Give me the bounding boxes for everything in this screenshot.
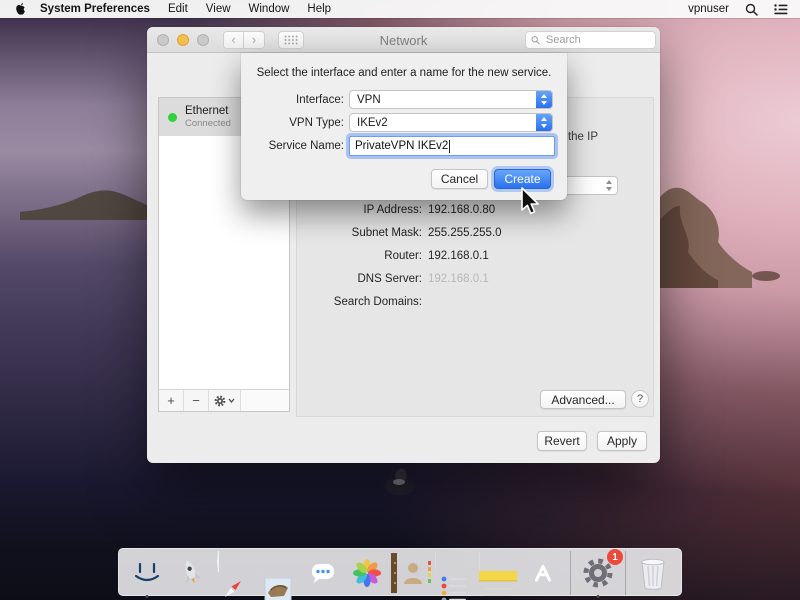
service-name-field[interactable]: PrivateVPN IKEv2 bbox=[349, 136, 555, 156]
popup-stepper-icon bbox=[536, 114, 552, 131]
info-row-search-domains: Search Domains: bbox=[297, 296, 653, 310]
desktop: System Preferences Edit View Window Help… bbox=[0, 0, 800, 600]
popup-stepper-icon bbox=[601, 177, 617, 194]
dock-notes-icon[interactable] bbox=[479, 553, 519, 593]
dock-launchpad-icon[interactable] bbox=[171, 553, 211, 593]
help-button[interactable]: ? bbox=[631, 390, 649, 408]
menu-item-view[interactable]: View bbox=[197, 3, 240, 15]
text-caret bbox=[449, 140, 450, 153]
dock: 1 bbox=[118, 548, 682, 596]
info-value: 255.255.255.0 bbox=[428, 227, 502, 241]
dock-system-preferences-icon[interactable]: 1 bbox=[578, 553, 618, 593]
vpn-type-value: IKEv2 bbox=[350, 117, 536, 129]
new-service-sheet: Select the interface and enter a name fo… bbox=[241, 53, 567, 200]
dock-photos-icon[interactable] bbox=[347, 553, 387, 593]
service-status: Connected bbox=[185, 118, 231, 130]
gear-icon bbox=[214, 395, 226, 407]
info-label: Router: bbox=[297, 250, 422, 264]
dock-separator bbox=[570, 551, 571, 595]
apple-logo-icon bbox=[15, 2, 27, 16]
spotlight-menu-item[interactable] bbox=[737, 3, 766, 16]
dock-safari-icon[interactable] bbox=[215, 553, 255, 593]
menu-bar: System Preferences Edit View Window Help… bbox=[0, 0, 800, 18]
add-service-button[interactable]: + bbox=[159, 390, 184, 411]
info-row-ip: IP Address: 192.168.0.80 bbox=[297, 204, 653, 218]
menu-item-window[interactable]: Window bbox=[240, 3, 299, 15]
menu-item-app[interactable]: System Preferences bbox=[31, 3, 159, 15]
remove-service-button[interactable]: − bbox=[184, 390, 209, 411]
cancel-button[interactable]: Cancel bbox=[431, 169, 488, 189]
dock-appstore-icon[interactable] bbox=[523, 553, 563, 593]
info-value: 192.168.0.1 bbox=[428, 273, 489, 287]
chevron-down-icon bbox=[228, 398, 235, 403]
service-actions-button[interactable] bbox=[209, 390, 241, 411]
grid-icon bbox=[284, 35, 298, 45]
dock-messages-icon[interactable] bbox=[303, 553, 343, 593]
service-name-row: Service Name: PrivateVPN IKEv2 bbox=[241, 136, 567, 156]
close-button[interactable] bbox=[157, 34, 169, 46]
dock-finder-icon[interactable] bbox=[127, 553, 167, 593]
revert-button[interactable]: Revert bbox=[537, 431, 587, 451]
traffic-lights bbox=[157, 34, 209, 46]
search-icon bbox=[531, 35, 540, 45]
notification-center-menu-item[interactable] bbox=[766, 4, 800, 15]
info-row-dns: DNS Server: 192.168.0.1 bbox=[297, 273, 653, 287]
sidebar-footer: + − bbox=[159, 389, 289, 411]
menu-item-edit[interactable]: Edit bbox=[159, 3, 197, 15]
minimize-button[interactable] bbox=[177, 34, 189, 46]
notification-center-icon bbox=[774, 4, 788, 15]
service-name-value: PrivateVPN IKEv2 bbox=[355, 140, 448, 152]
wallpaper-rocks bbox=[380, 460, 420, 500]
zoom-button[interactable] bbox=[197, 34, 209, 46]
search-field[interactable] bbox=[525, 31, 656, 49]
sheet-message: Select the interface and enter a name fo… bbox=[241, 67, 567, 79]
interface-row: Interface: VPN bbox=[241, 90, 567, 109]
show-all-button[interactable] bbox=[278, 31, 304, 49]
sidebar-footer-filler bbox=[241, 390, 289, 411]
interface-popup[interactable]: VPN bbox=[349, 90, 553, 109]
popup-stepper-icon bbox=[536, 91, 552, 108]
mouse-cursor bbox=[518, 186, 542, 216]
dock-trash-icon[interactable] bbox=[633, 553, 673, 593]
info-row-router: Router: 192.168.0.1 bbox=[297, 250, 653, 264]
menu-username[interactable]: vpnuser bbox=[680, 3, 737, 15]
wallpaper-cliff-right bbox=[648, 184, 800, 288]
info-label: Search Domains: bbox=[297, 296, 422, 310]
service-name-label: Service Name: bbox=[241, 140, 344, 152]
search-icon bbox=[745, 3, 758, 16]
interface-value: VPN bbox=[350, 94, 536, 106]
info-label: IP Address: bbox=[297, 204, 422, 218]
vpn-type-popup[interactable]: IKEv2 bbox=[349, 113, 553, 132]
menu-item-help[interactable]: Help bbox=[298, 3, 340, 15]
service-name: Ethernet bbox=[185, 104, 231, 118]
vpn-type-label: VPN Type: bbox=[241, 117, 344, 129]
interface-label: Interface: bbox=[241, 94, 344, 106]
dock-mail-icon[interactable] bbox=[259, 553, 299, 593]
network-preferences-window: ‹ › Network bbox=[147, 27, 660, 463]
search-input[interactable] bbox=[544, 33, 650, 47]
vpn-type-row: VPN Type: IKEv2 bbox=[241, 113, 567, 132]
apple-menu[interactable] bbox=[15, 2, 27, 16]
dock-separator bbox=[625, 551, 626, 595]
advanced-button[interactable]: Advanced... bbox=[540, 390, 626, 409]
forward-button[interactable]: › bbox=[244, 31, 265, 49]
status-dot-connected bbox=[168, 113, 177, 122]
back-button[interactable]: ‹ bbox=[223, 31, 244, 49]
apply-button[interactable]: Apply bbox=[597, 431, 647, 451]
wallpaper-island-left bbox=[20, 186, 160, 220]
dock-contacts-icon[interactable] bbox=[391, 553, 431, 593]
info-label: DNS Server: bbox=[297, 273, 422, 287]
title-bar[interactable]: ‹ › Network bbox=[147, 27, 660, 53]
info-value: 192.168.0.80 bbox=[428, 204, 495, 218]
info-row-subnet: Subnet Mask: 255.255.255.0 bbox=[297, 227, 653, 241]
notification-badge: 1 bbox=[607, 549, 623, 565]
info-label: Subnet Mask: bbox=[297, 227, 422, 241]
dock-reminders-icon[interactable] bbox=[435, 553, 475, 593]
info-value: 192.168.0.1 bbox=[428, 250, 489, 264]
